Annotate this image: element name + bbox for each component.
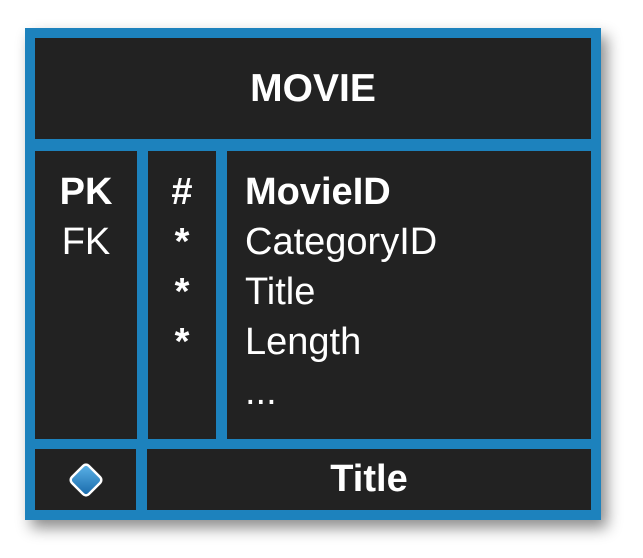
attribute-ellipsis: ... (245, 371, 277, 413)
marker-identifier: # (171, 171, 193, 213)
diamond-icon (68, 462, 103, 497)
marker-column: # * * * (148, 151, 216, 439)
key-pk: PK (59, 171, 113, 213)
marker-mandatory: * (174, 321, 190, 363)
attribute-categoryid[interactable]: CategoryID (245, 217, 591, 267)
index-icon-cell (35, 449, 136, 510)
attribute-title[interactable]: Title (245, 267, 591, 317)
key-column: PK FK (35, 151, 137, 439)
attribute-length[interactable]: Length (245, 317, 591, 367)
attribute-column: MovieID CategoryID Title Length ... (227, 151, 591, 439)
entity-title: MOVIE (35, 38, 591, 139)
attribute-movieid[interactable]: MovieID (245, 167, 591, 217)
index-name: Title (147, 449, 591, 510)
key-fk: FK (61, 221, 111, 263)
entity-movie[interactable]: MOVIE PK FK # * * * MovieID CategoryID T… (25, 28, 601, 520)
marker-mandatory: * (174, 271, 190, 313)
marker-mandatory: * (174, 221, 190, 263)
